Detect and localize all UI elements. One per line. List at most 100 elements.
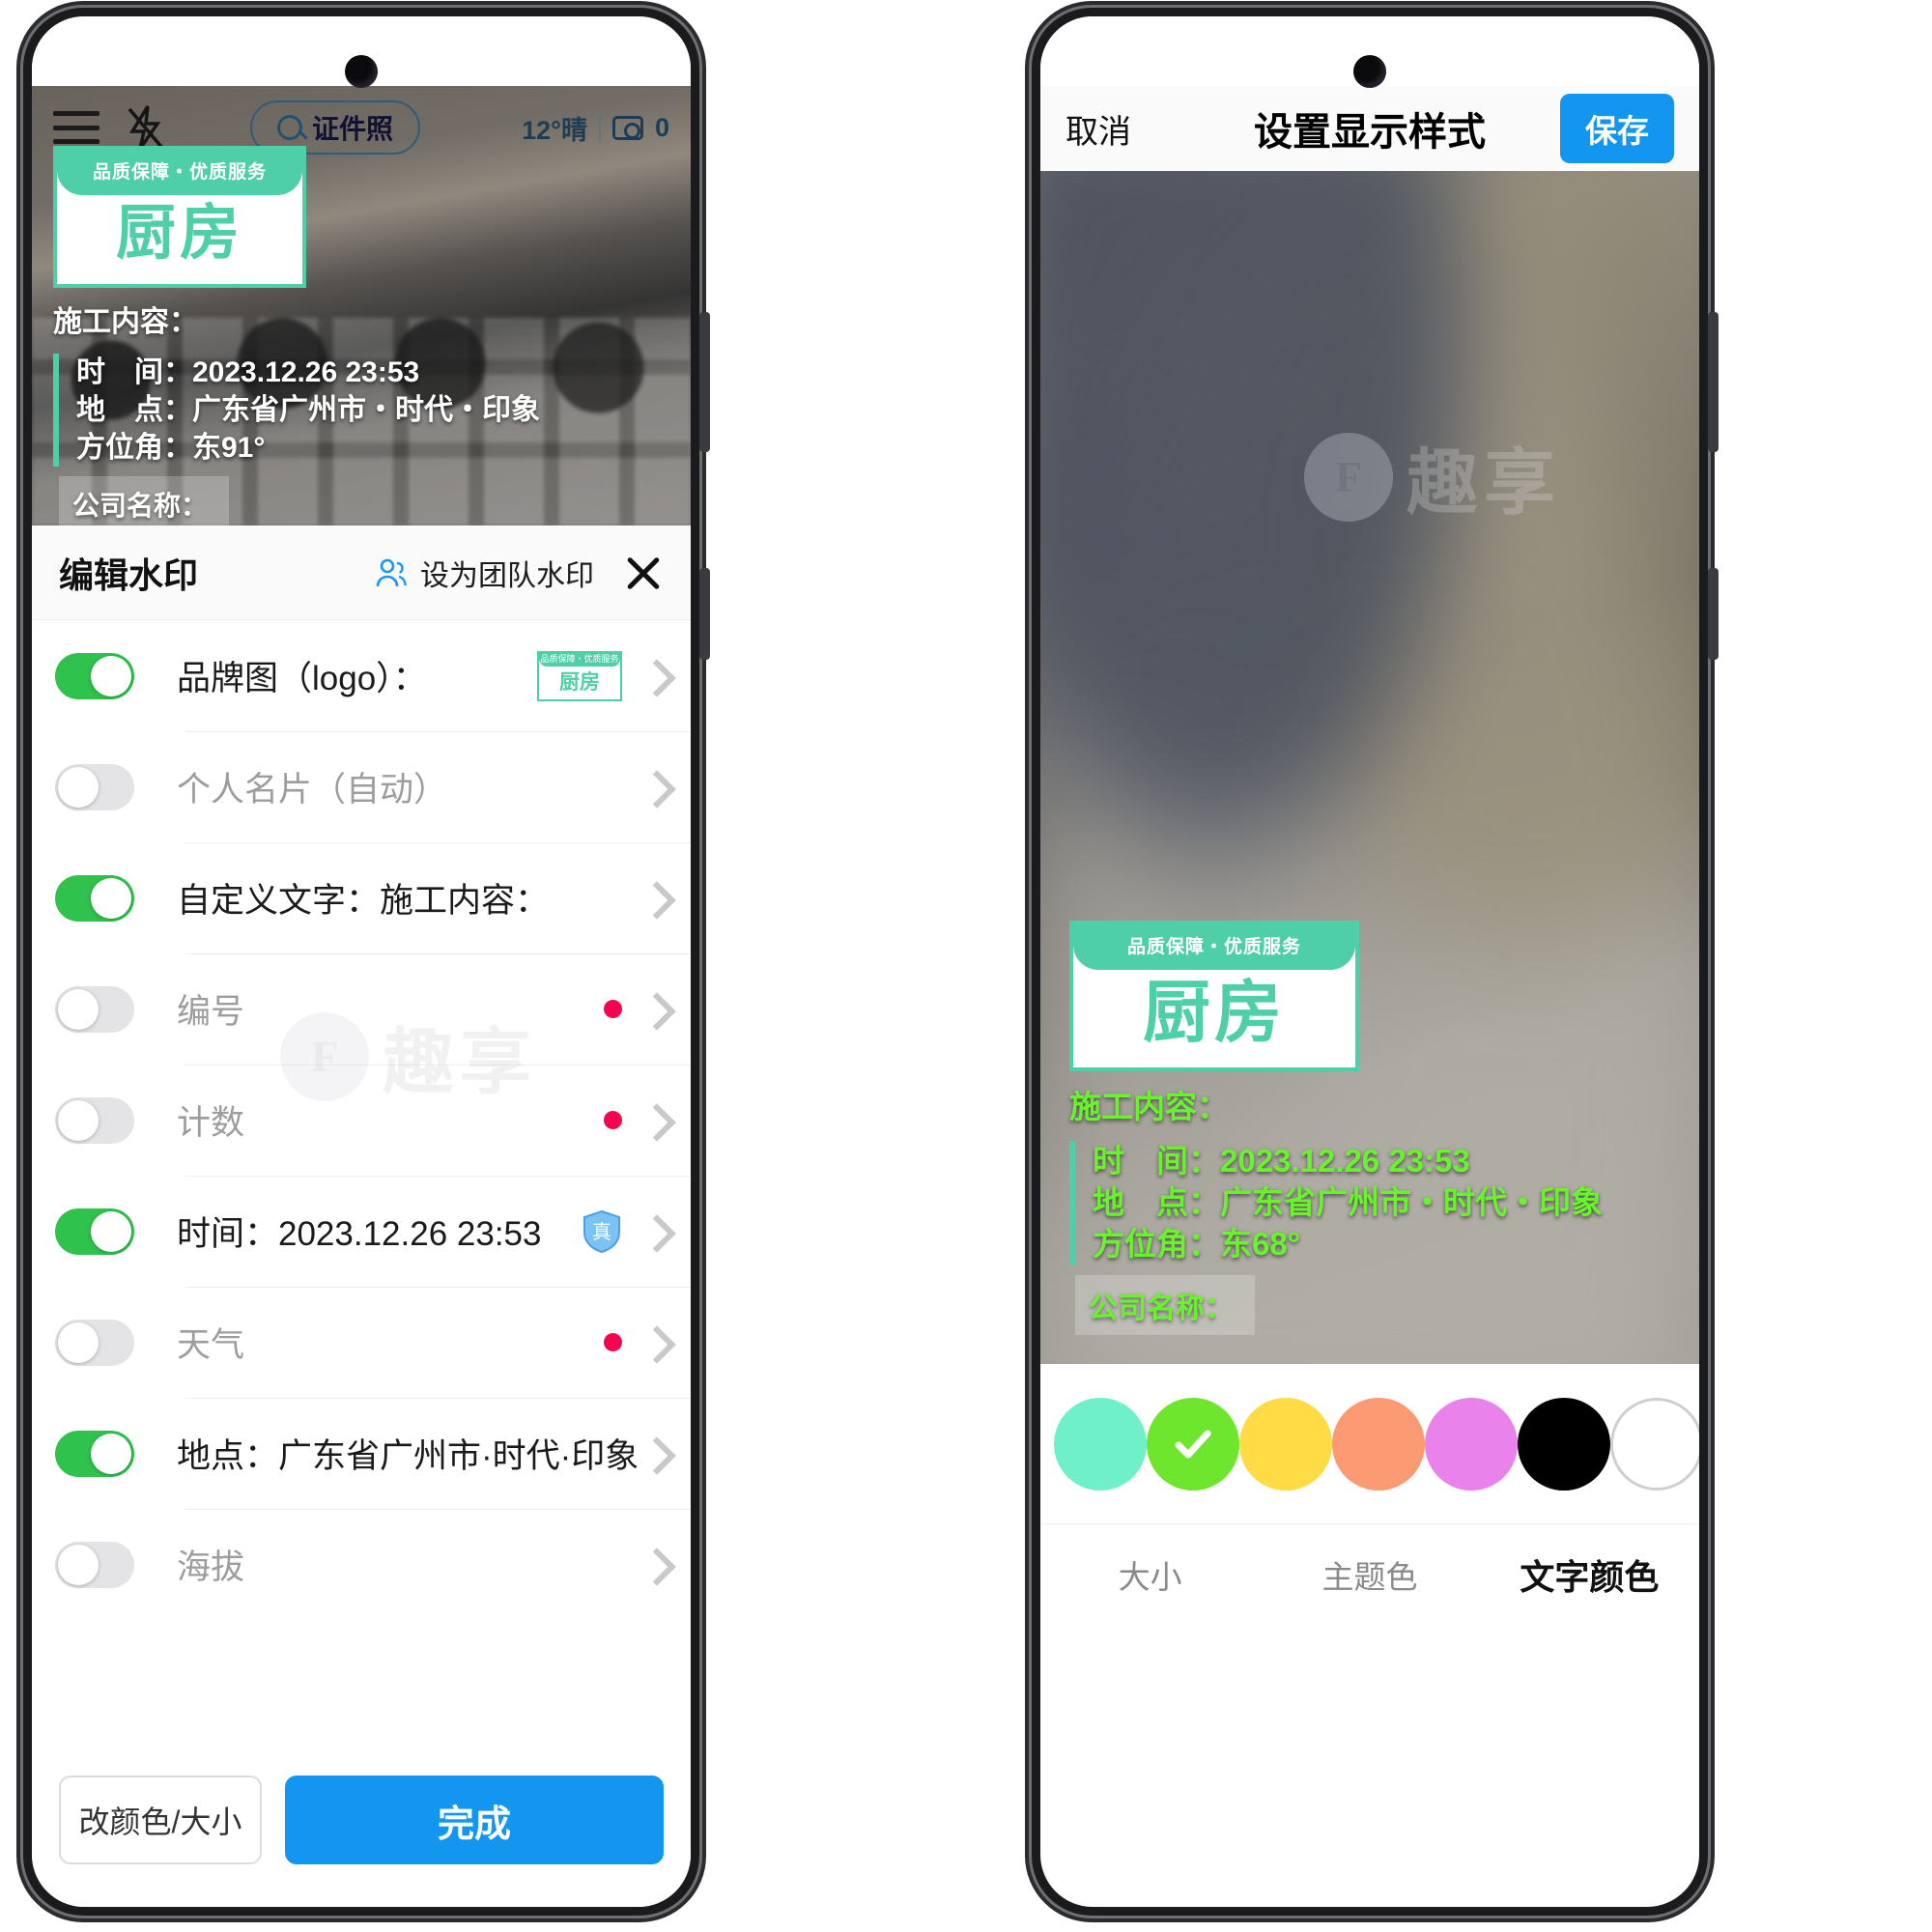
watermark-ribbon: 品质保障・优质服务 bbox=[1073, 924, 1355, 971]
right-phone-screen: 取消 设置显示样式 保存 品质保障・优质服务 厨房 施工内容： 时 间：2023… bbox=[1040, 16, 1699, 1907]
sheet-action-bar: 改颜色/大小 完成 bbox=[32, 1776, 691, 1864]
chevron-right-icon[interactable] bbox=[647, 772, 664, 802]
watermark-big-text: 厨房 bbox=[1143, 975, 1286, 1051]
list-item-label: 海拔 bbox=[177, 1548, 245, 1586]
color-swatch-mint[interactable] bbox=[1054, 1397, 1147, 1491]
tab-size[interactable]: 大小 bbox=[1040, 1551, 1260, 1598]
list-item-label: 品牌图（logo）： bbox=[177, 660, 427, 697]
chevron-right-icon[interactable] bbox=[647, 994, 664, 1024]
left-phone-screen: 证件照 12°晴 0 品质保障・优质服务 厨房 施工内容： 时 间：2023.1… bbox=[32, 16, 691, 1907]
volume-up-button[interactable] bbox=[699, 312, 710, 452]
chevron-right-icon[interactable] bbox=[647, 1105, 664, 1135]
watermark-logo-card: 品质保障・优质服务 厨房 bbox=[53, 146, 306, 289]
right-phone-frame: 取消 设置显示样式 保存 品质保障・优质服务 厨房 施工内容： 时 间：2023… bbox=[1032, 8, 1719, 1916]
list-item[interactable]: 品牌图（logo）： 品质保障・优质服务 厨房 bbox=[32, 620, 691, 731]
tab-theme-color[interactable]: 主题色 bbox=[1260, 1551, 1479, 1598]
watermark-row-location: 地 点：广东省广州市・时代・印象 bbox=[76, 394, 540, 427]
done-button[interactable]: 完成 bbox=[285, 1776, 664, 1864]
watermark-title: 施工内容： bbox=[53, 306, 198, 339]
chevron-right-icon[interactable] bbox=[647, 883, 664, 913]
watermark-row-location: 地 点：广东省广州市・时代・印象 bbox=[1093, 1184, 1603, 1221]
red-dot-badge bbox=[604, 1000, 622, 1018]
color-swatch-yellow[interactable] bbox=[1239, 1397, 1332, 1491]
list-item[interactable]: 个人名片（自动） bbox=[32, 731, 691, 842]
toggle-count[interactable] bbox=[55, 1096, 134, 1144]
cancel-button[interactable]: 取消 bbox=[1065, 105, 1131, 153]
toggle-altitude[interactable] bbox=[55, 1541, 134, 1588]
color-swatch-black[interactable] bbox=[1518, 1397, 1610, 1491]
edit-watermark-sheet: 编辑水印 设为团队水印 品牌图（logo）： 品质保障・优质服务 厨房 个人名片… bbox=[32, 526, 691, 1907]
list-item-label: 地点：广东省广州市·时代·印象 bbox=[177, 1437, 639, 1475]
style-tab-bar: 大小 主题色 文字颜色 bbox=[1040, 1523, 1699, 1625]
toggle-custom-text[interactable] bbox=[55, 874, 134, 922]
save-button[interactable]: 保存 bbox=[1560, 94, 1674, 163]
list-item-label: 计数 bbox=[177, 1104, 245, 1142]
tab-text-color[interactable]: 文字颜色 bbox=[1480, 1549, 1699, 1600]
camera-icon[interactable] bbox=[611, 115, 643, 140]
color-swatch-salmon[interactable] bbox=[1332, 1397, 1425, 1491]
list-item-label: 天气 bbox=[177, 1326, 245, 1364]
toggle-logo[interactable] bbox=[55, 652, 134, 699]
list-item[interactable]: 地点：广东省广州市·时代·印象 bbox=[32, 1398, 691, 1509]
watermark-rows: 时 间：2023.12.26 23:53 地 点：广东省广州市・时代・印象 方位… bbox=[53, 354, 540, 468]
watermark-company: 公司名称： bbox=[1075, 1275, 1255, 1335]
toggle-business-card[interactable] bbox=[55, 763, 134, 810]
volume-up-button[interactable] bbox=[1708, 312, 1719, 452]
watermark-rows: 时 间：2023.12.26 23:53 地 点：广东省广州市・时代・印象 方位… bbox=[1069, 1141, 1603, 1265]
flash-off-icon[interactable] bbox=[125, 104, 167, 151]
watermark-title: 施工内容： bbox=[1069, 1089, 1229, 1125]
list-item[interactable]: 自定义文字：施工内容： bbox=[32, 842, 691, 953]
set-team-watermark-button[interactable]: 设为团队水印 bbox=[375, 552, 594, 594]
watermark-preview: 品质保障・优质服务 厨房 施工内容： 时 间：2023.12.26 23:53 … bbox=[1040, 171, 1699, 1364]
power-button[interactable] bbox=[699, 568, 710, 660]
team-user-icon bbox=[375, 556, 408, 589]
watermark-row-azimuth: 方位角：东91° bbox=[76, 432, 266, 465]
check-icon bbox=[1147, 1398, 1239, 1491]
red-dot-badge bbox=[604, 1111, 622, 1129]
close-icon[interactable] bbox=[623, 553, 664, 593]
list-item-label: 个人名片（自动） bbox=[177, 771, 448, 809]
chevron-right-icon[interactable] bbox=[647, 661, 664, 691]
color-swatch-green-selected[interactable] bbox=[1147, 1397, 1239, 1491]
list-item-label: 编号 bbox=[177, 993, 245, 1031]
watermark-row-time: 时 间：2023.12.26 23:53 bbox=[76, 356, 420, 389]
color-swatch-violet[interactable] bbox=[1425, 1397, 1518, 1491]
watermark-row-time: 时 间：2023.12.26 23:53 bbox=[1093, 1143, 1470, 1179]
camera-preview: 证件照 12°晴 0 品质保障・优质服务 厨房 施工内容： 时 间：2023.1… bbox=[32, 86, 691, 526]
chevron-right-icon[interactable] bbox=[647, 1438, 664, 1468]
logo-thumbnail[interactable]: 品质保障・优质服务 厨房 bbox=[537, 650, 622, 701]
red-dot-badge bbox=[604, 1333, 622, 1351]
id-photo-label: 证件照 bbox=[312, 114, 394, 144]
weather-text: 12°晴 bbox=[522, 115, 587, 145]
list-item[interactable]: 计数 bbox=[32, 1065, 691, 1176]
chevron-right-icon[interactable] bbox=[647, 1216, 664, 1246]
change-color-size-button[interactable]: 改颜色/大小 bbox=[59, 1776, 262, 1864]
list-item[interactable]: 编号 bbox=[32, 953, 691, 1065]
toggle-location[interactable] bbox=[55, 1430, 134, 1477]
verified-shield-icon: 真 bbox=[582, 1209, 622, 1254]
list-item[interactable]: 海拔 bbox=[32, 1509, 691, 1620]
search-icon bbox=[277, 115, 302, 140]
power-button[interactable] bbox=[1708, 568, 1719, 660]
watermark-overlay[interactable]: 品质保障・优质服务 厨房 施工内容： 时 间：2023.12.26 23:53 … bbox=[53, 146, 540, 526]
toggle-serial-number[interactable] bbox=[55, 985, 134, 1033]
chevron-right-icon[interactable] bbox=[647, 1327, 664, 1357]
list-item[interactable]: 天气 bbox=[32, 1287, 691, 1398]
logo-thumb-ribbon: 品质保障・优质服务 bbox=[539, 652, 620, 667]
set-team-watermark-label: 设为团队水印 bbox=[420, 559, 594, 592]
left-phone-frame: 证件照 12°晴 0 品质保障・优质服务 厨房 施工内容： 时 间：2023.1… bbox=[23, 8, 710, 1916]
toggle-time[interactable] bbox=[55, 1208, 134, 1255]
chevron-right-icon[interactable] bbox=[647, 1549, 664, 1579]
camera-status-group: 12°晴 0 bbox=[522, 109, 669, 147]
watermark-field-list: 品牌图（logo）： 品质保障・优质服务 厨房 个人名片（自动） 自定义文字：施… bbox=[32, 620, 691, 1620]
style-settings-header: 取消 设置显示样式 保存 bbox=[1040, 86, 1699, 171]
list-item-label: 自定义文字：施工内容： bbox=[177, 882, 550, 920]
watermark-overlay[interactable]: 品质保障・优质服务 厨房 施工内容： 时 间：2023.12.26 23:53 … bbox=[1069, 921, 1603, 1335]
list-item[interactable]: 时间：2023.12.26 23:53 真 bbox=[32, 1176, 691, 1287]
front-camera-icon bbox=[1353, 55, 1386, 88]
watermark-row-azimuth: 方位角：东68° bbox=[1093, 1226, 1300, 1263]
hamburger-icon[interactable] bbox=[53, 111, 99, 144]
toggle-weather[interactable] bbox=[55, 1319, 134, 1366]
watermark-logo-card: 品质保障・优质服务 厨房 bbox=[1069, 921, 1359, 1072]
color-swatch-white[interactable] bbox=[1610, 1397, 1699, 1491]
